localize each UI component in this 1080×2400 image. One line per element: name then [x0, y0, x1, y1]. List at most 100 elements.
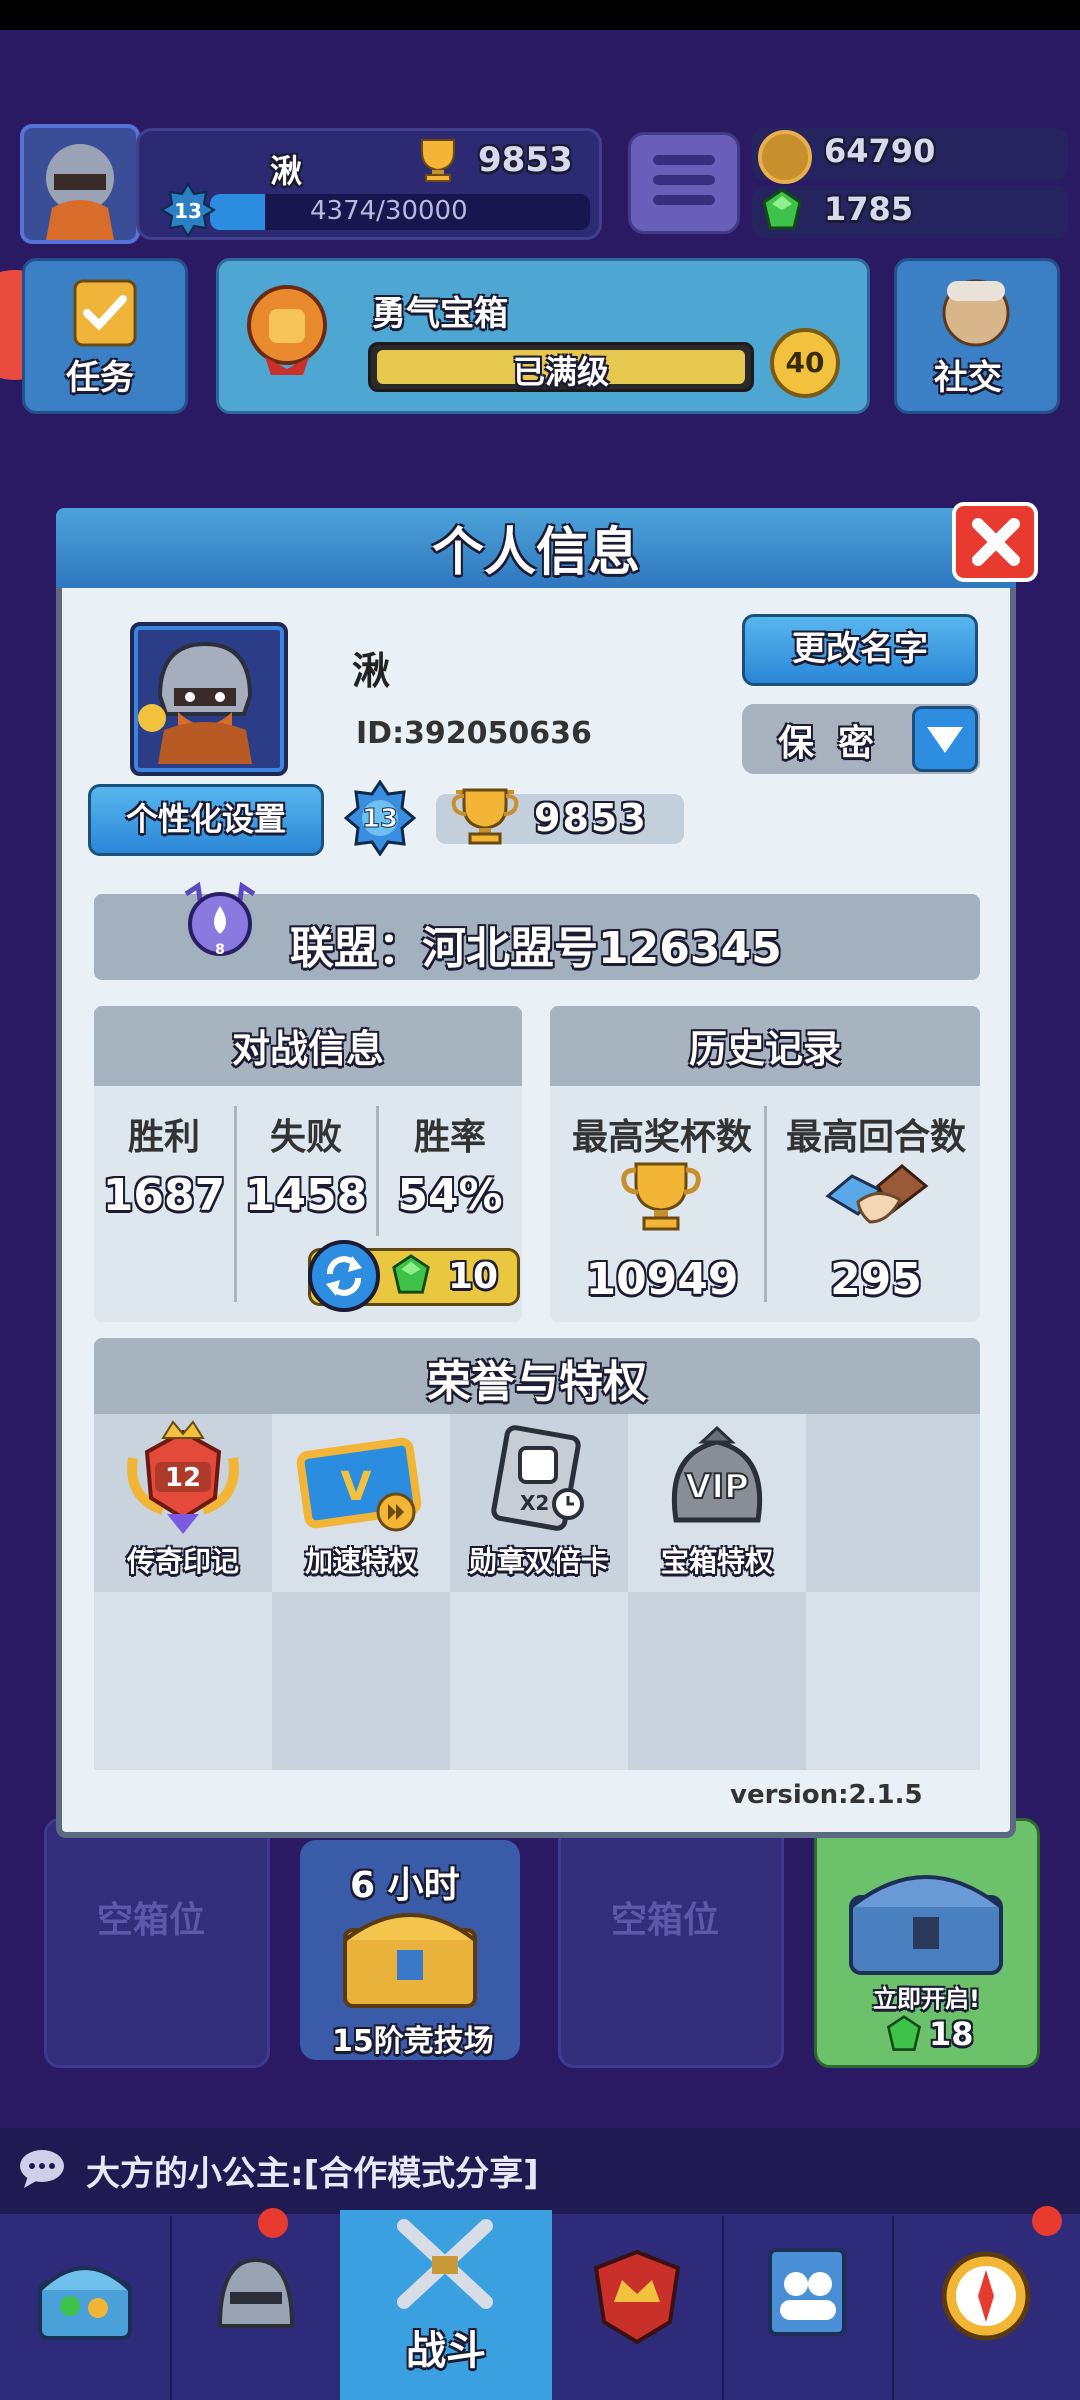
- profile-id: ID:392050636: [356, 716, 592, 751]
- divider: [764, 1106, 767, 1302]
- honor-cell-empty: [94, 1592, 272, 1770]
- honor-cell-empty: [806, 1592, 980, 1770]
- gems-value: 1785: [824, 190, 914, 228]
- close-icon: [972, 518, 1020, 566]
- social-avatar-icon: [942, 279, 1010, 347]
- honor-label: 勋章双倍卡: [468, 1545, 609, 1578]
- honor-label: 加速特权: [304, 1545, 417, 1578]
- rename-button[interactable]: 更改名字: [742, 614, 978, 686]
- open-cost: 18: [929, 2015, 974, 2053]
- nav-guild[interactable]: [552, 2216, 724, 2400]
- honor-label: 传奇印记: [126, 1545, 239, 1578]
- chest-progress-bar: 已满级: [368, 342, 754, 392]
- max-rounds-label: 最高回合数: [785, 1117, 966, 1158]
- max-trophies-value: 10949: [585, 1254, 739, 1305]
- knight-avatar-icon: [138, 641, 253, 764]
- chevron-down-icon: [927, 727, 963, 753]
- close-button[interactable]: [952, 502, 1038, 582]
- gem-icon: [886, 2015, 922, 2051]
- legend-emblem-text: 12: [165, 1463, 201, 1493]
- max-trophies-label: 最高奖杯数: [571, 1117, 752, 1158]
- compass-icon: [941, 2251, 1031, 2341]
- chest-slot-arena[interactable]: 6 小时 15阶竞技场: [300, 1840, 520, 2060]
- trophy-icon: [421, 139, 455, 182]
- vip-text: VIP: [685, 1467, 749, 1507]
- version-label: version:2.1.5: [730, 1780, 923, 1810]
- social-label: 社交: [934, 358, 1002, 398]
- chest-level-badge: 40: [770, 328, 840, 398]
- shop-chest-icon: [38, 2266, 132, 2340]
- dialog-title: 个人信息: [431, 523, 640, 583]
- helmet-icon: [217, 2257, 295, 2328]
- menu-line: [653, 175, 715, 185]
- crown-shield-icon: [593, 2249, 681, 2345]
- status-bar: [0, 0, 1080, 30]
- menu-line: [653, 195, 715, 205]
- trophy-count-top: 9853: [478, 140, 573, 180]
- trophy-value: 9853: [534, 796, 648, 840]
- chest-arena-label: 15阶竞技场: [332, 2024, 494, 2059]
- battle-info-title: 对战信息: [231, 1027, 384, 1071]
- profile-portrait[interactable]: [130, 622, 288, 776]
- legend-emblem-icon: 12: [127, 1420, 239, 1534]
- chat-message: 大方的小公主:[合作模式分享]: [86, 2154, 539, 2194]
- alliance-badge-level: 8: [215, 942, 225, 958]
- gem-icon: [392, 1254, 430, 1294]
- tasks-check-icon: [73, 279, 137, 347]
- empty-slot-label: 空箱位: [97, 1900, 206, 1941]
- wins-value: 1687: [102, 1170, 226, 1221]
- chest-title: 勇气宝箱: [372, 294, 508, 334]
- profile-name: 湫: [352, 649, 391, 693]
- nav-explore[interactable]: [892, 2206, 1062, 2400]
- honor-cell-medal-double[interactable]: X2 勋章双倍卡: [450, 1414, 628, 1592]
- trophy-icon: [621, 1162, 701, 1231]
- notification-dot: [258, 2208, 288, 2238]
- divider: [234, 1106, 237, 1302]
- coins-value: 64790: [824, 132, 936, 170]
- history-title: 历史记录: [688, 1027, 841, 1071]
- level-badge-icon: 13: [344, 780, 416, 856]
- refresh-button[interactable]: [308, 1240, 380, 1312]
- medal-double-text: X2: [520, 1491, 549, 1515]
- winrate-label: 胜率: [413, 1117, 486, 1158]
- losses-value: 1458: [244, 1170, 368, 1221]
- crossed-swords-icon: [397, 2219, 493, 2309]
- nav-heroes[interactable]: [170, 2208, 342, 2400]
- medal-double-card-icon: X2: [491, 1425, 584, 1531]
- fist-badge-icon: [247, 285, 327, 375]
- blue-chest-icon: [849, 1875, 1003, 1975]
- customize-button[interactable]: 个性化设置: [88, 784, 324, 856]
- empty-slot-label: 空箱位: [611, 1900, 720, 1941]
- coin-icon: [758, 130, 812, 184]
- gem-icon: [762, 188, 802, 230]
- empty-chest-slot[interactable]: 空箱位: [558, 1818, 784, 2068]
- honor-cell-legend[interactable]: 12 传奇印记: [94, 1414, 272, 1592]
- handshake-icon: [825, 1164, 929, 1224]
- tasks-label: 任务: [66, 358, 134, 398]
- empty-chest-slot[interactable]: 空箱位: [44, 1818, 270, 2068]
- menu-button[interactable]: [628, 132, 740, 234]
- honor-label: 宝箱特权: [660, 1545, 773, 1578]
- player-avatar[interactable]: [20, 124, 140, 244]
- honors-title: 荣誉与特权: [427, 1357, 647, 1408]
- xp-bar-fill: [210, 194, 266, 230]
- alliance-badge-icon: 8: [184, 882, 256, 958]
- svg-text:V: V: [341, 1464, 372, 1510]
- chest-slot-ready[interactable]: 立即开启! 18: [814, 1818, 1040, 2068]
- nav-shop[interactable]: [0, 2216, 172, 2400]
- level-badge-icon: 13: [160, 182, 216, 238]
- divider: [376, 1106, 379, 1236]
- honor-cell-speed[interactable]: V 加速特权: [272, 1414, 450, 1592]
- privacy-dropdown-button[interactable]: [912, 706, 978, 772]
- privacy-value: 保密: [778, 723, 899, 764]
- xp-text: 4374/30000: [310, 196, 468, 226]
- menu-line: [653, 155, 715, 165]
- vip-chest-icon: VIP: [671, 1425, 763, 1523]
- honor-cell-vip-chest[interactable]: VIP 宝箱特权: [628, 1414, 806, 1592]
- arena-chest-icon: [343, 1913, 477, 2008]
- open-now-label: 立即开启!: [873, 1985, 980, 2013]
- wins-label: 胜利: [127, 1117, 200, 1158]
- honor-cell-empty: [628, 1592, 806, 1770]
- player-name-top: 湫: [270, 152, 303, 190]
- nav-friends[interactable]: [722, 2216, 894, 2400]
